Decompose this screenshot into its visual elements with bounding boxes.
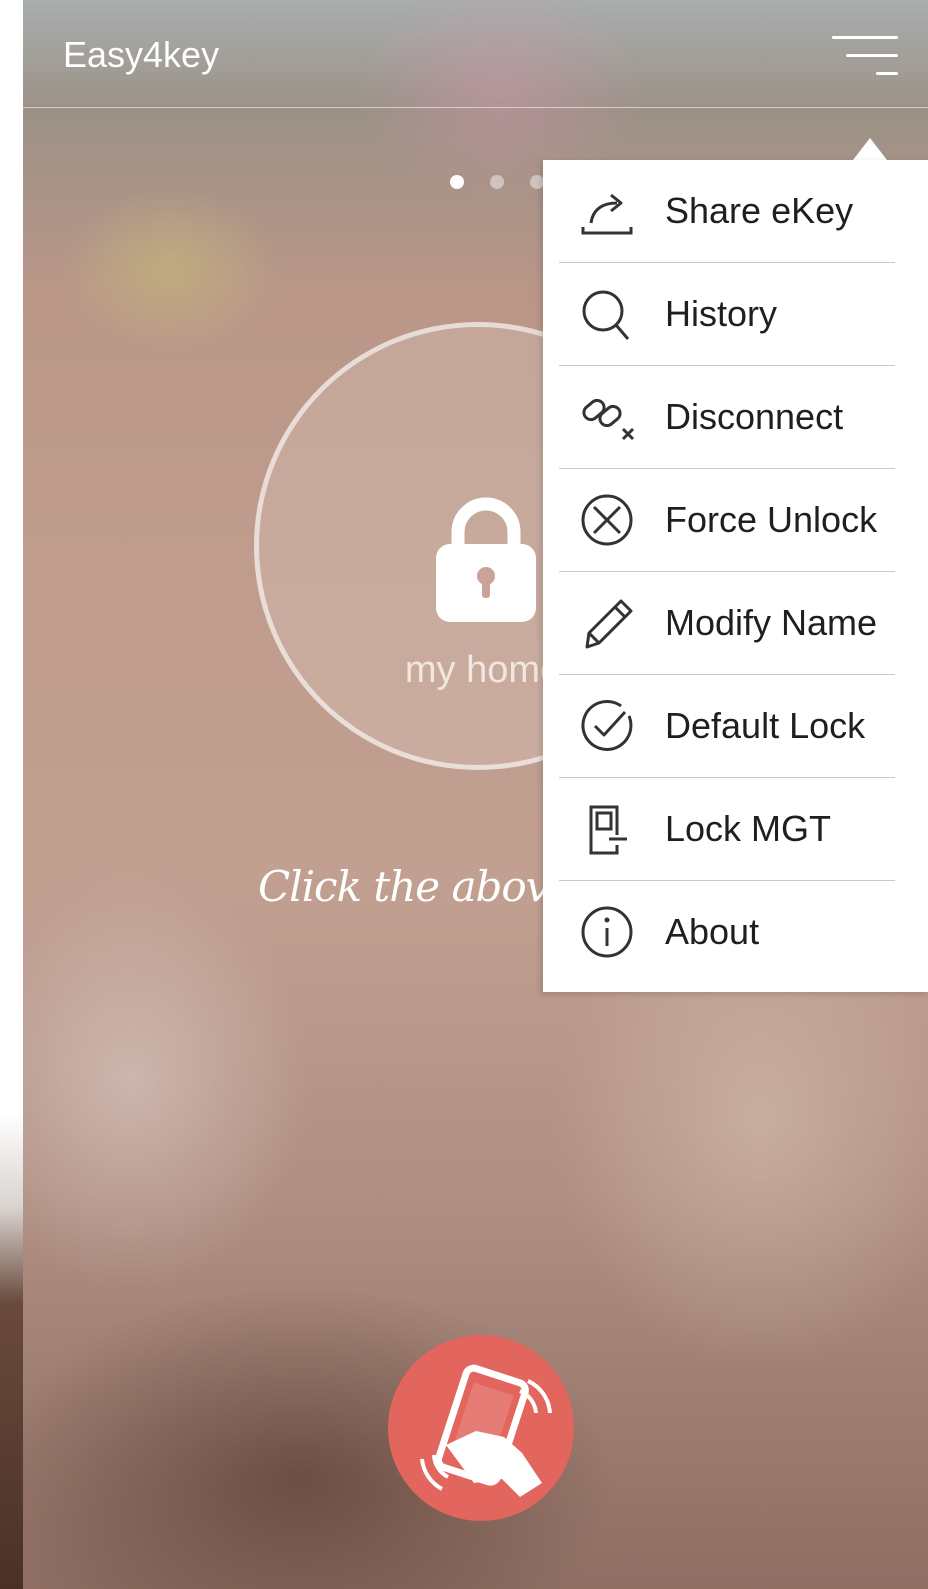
- share-icon: [581, 193, 633, 235]
- info-icon: [581, 906, 633, 958]
- page-dot: [490, 175, 504, 189]
- background-edge: [0, 0, 23, 1589]
- menu-item-label: Disconnect: [665, 396, 844, 437]
- menu-item-force-unlock[interactable]: Force Unlock: [543, 469, 928, 572]
- menu-item-about[interactable]: About: [543, 881, 928, 984]
- app-title: Easy4key: [63, 34, 220, 75]
- menu-caret: [853, 138, 887, 160]
- app-screen: Easy4key my home Click the above icon Sh…: [0, 0, 928, 1589]
- shake-to-unlock-button[interactable]: [388, 1335, 574, 1521]
- circle-check-icon: [581, 699, 633, 751]
- dropdown-menu: Share eKey History Disconnect Force Unlo…: [543, 160, 928, 992]
- menu-icon[interactable]: [832, 32, 898, 80]
- menu-item-label: Lock MGT: [665, 808, 832, 849]
- shake-phone-icon: [420, 1364, 552, 1497]
- menu-item-lock-mgt[interactable]: Lock MGT: [543, 778, 928, 881]
- menu-item-label: Share eKey: [665, 190, 854, 231]
- menu-item-default-lock[interactable]: Default Lock: [543, 675, 928, 778]
- page-dot: [450, 175, 464, 189]
- menu-item-disconnect[interactable]: Disconnect: [543, 366, 928, 469]
- nav-bar: Easy4key: [23, 0, 928, 108]
- menu-item-label: History: [665, 293, 778, 334]
- menu-item-modify-name[interactable]: Modify Name: [543, 572, 928, 675]
- menu-item-label: Force Unlock: [665, 499, 878, 540]
- menu-item-label: About: [665, 911, 760, 952]
- pencil-icon: [585, 599, 633, 649]
- circle-x-icon: [581, 494, 633, 546]
- padlock-icon: [436, 497, 536, 622]
- menu-item-share-ekey[interactable]: Share eKey: [543, 160, 928, 263]
- menu-item-label: Default Lock: [665, 705, 866, 746]
- menu-item-label: Modify Name: [665, 602, 878, 643]
- door-lock-icon: [589, 805, 627, 855]
- menu-item-history[interactable]: History: [543, 263, 928, 366]
- page-dot: [530, 175, 544, 189]
- unlink-icon: [582, 398, 635, 441]
- search-icon: [582, 290, 630, 340]
